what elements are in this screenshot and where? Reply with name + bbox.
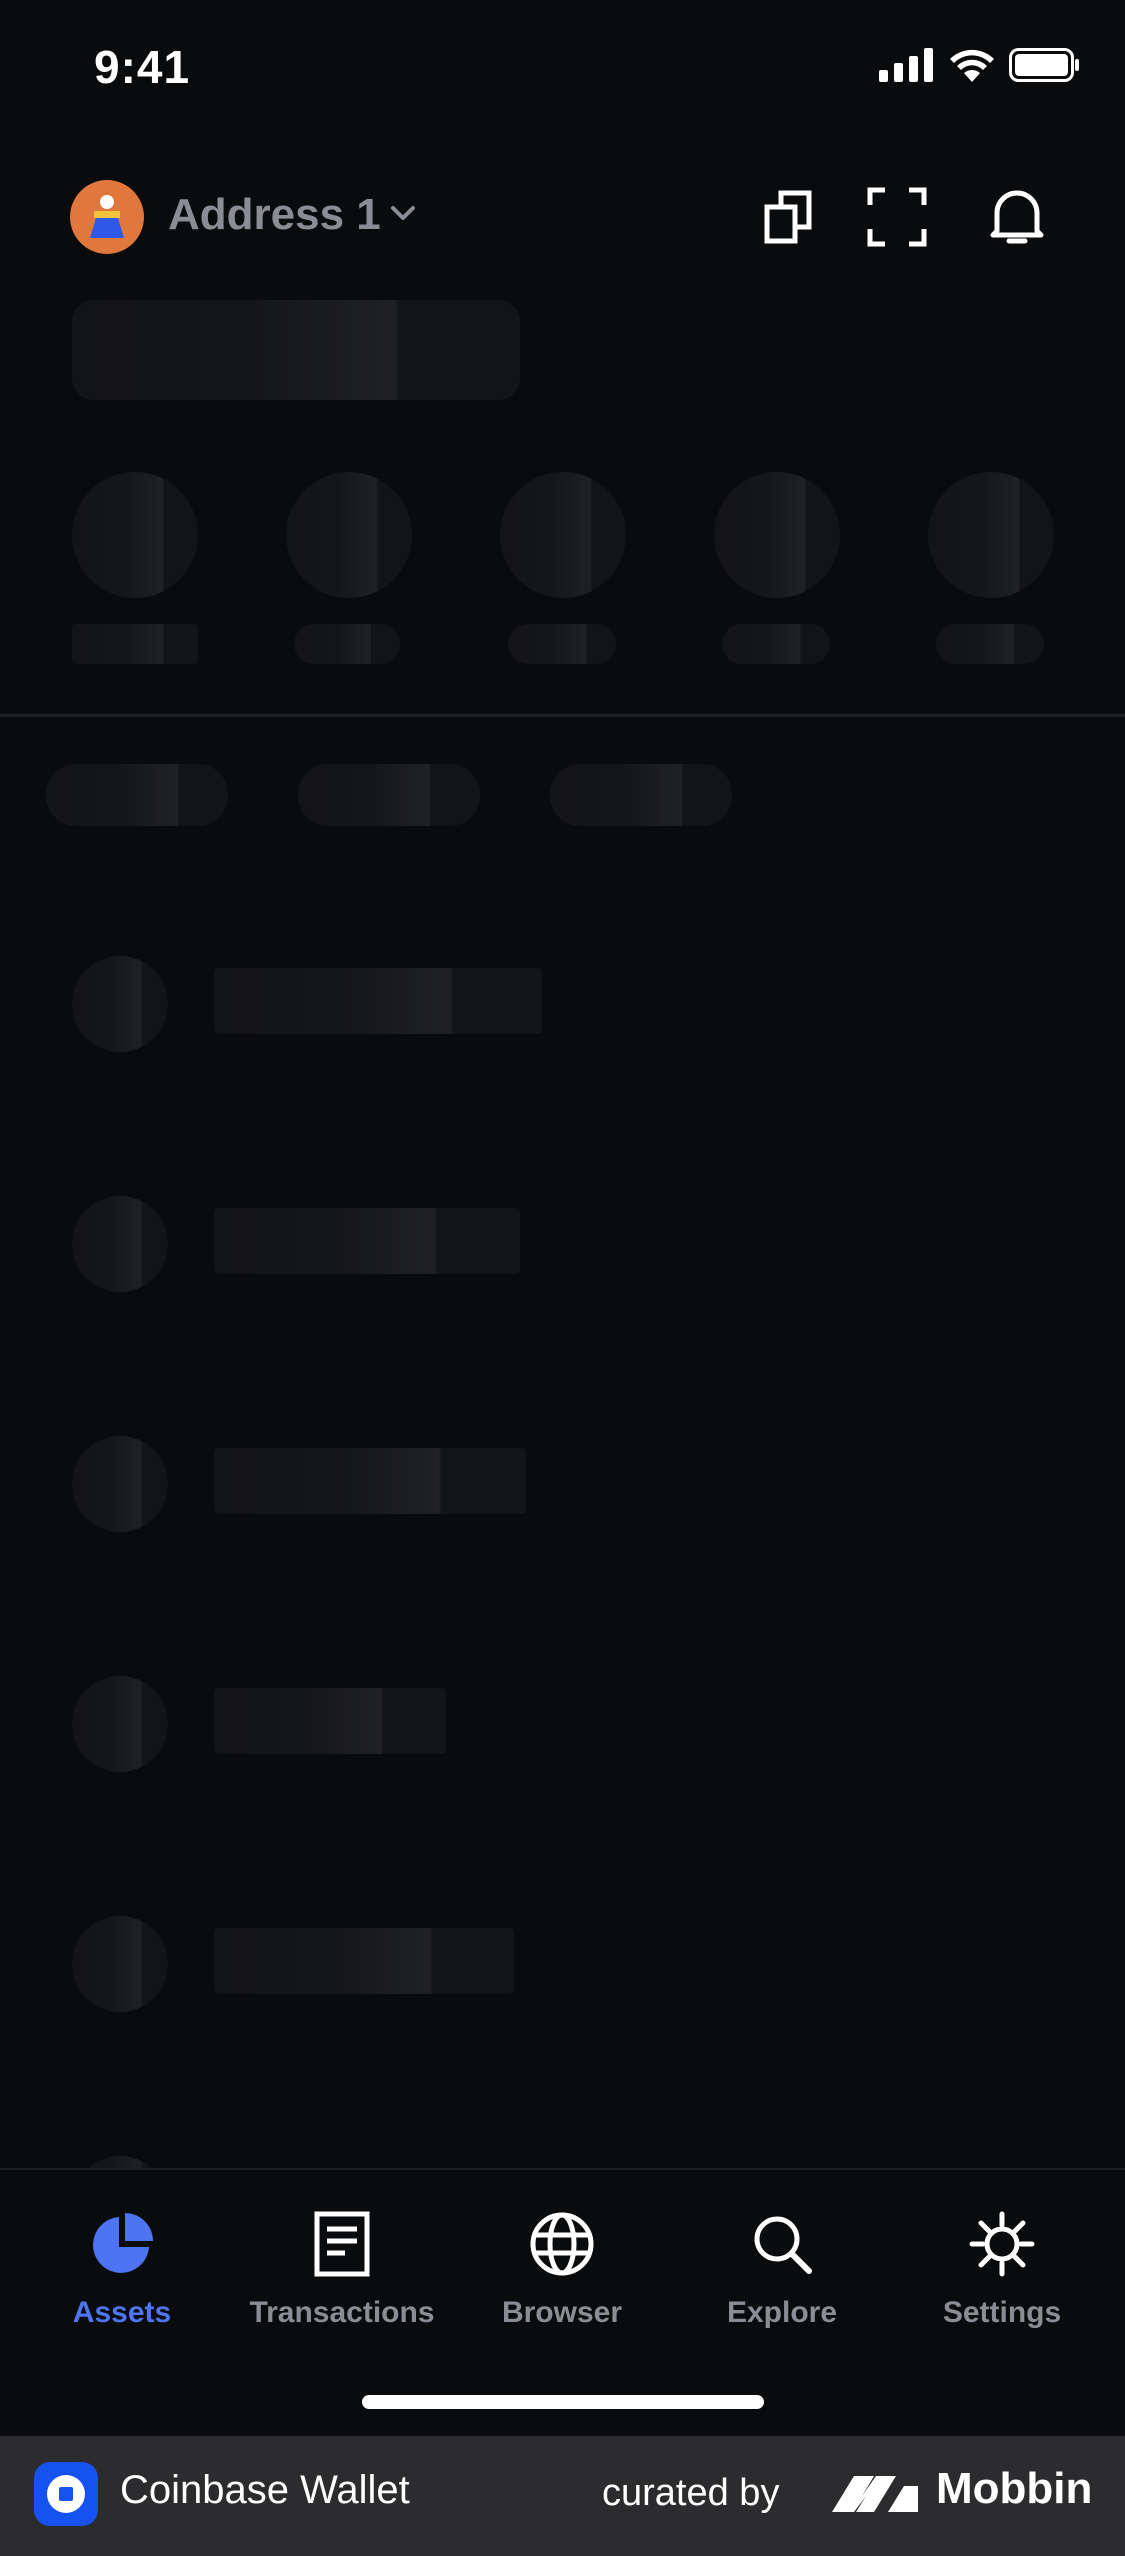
asset-icon-placeholder	[72, 1196, 168, 1292]
action-label-placeholder	[936, 624, 1044, 664]
action-placeholder	[928, 472, 1054, 598]
tab-transactions[interactable]: Transactions	[242, 2208, 442, 2368]
asset-name-placeholder	[214, 1688, 446, 1754]
action-label-placeholder	[72, 624, 198, 664]
search-icon	[746, 2208, 818, 2280]
action-placeholder	[72, 472, 198, 598]
scan-icon[interactable]	[862, 182, 932, 252]
address-selector[interactable]: Address 1	[168, 190, 381, 240]
status-bar: 9:41	[0, 0, 1125, 140]
action-placeholder	[714, 472, 840, 598]
asset-name-placeholder	[214, 1928, 514, 1994]
balance-placeholder	[72, 300, 520, 400]
footer-curated-by: curated by	[602, 2472, 780, 2514]
section-divider	[0, 714, 1125, 717]
bell-icon[interactable]	[982, 182, 1052, 252]
tab-explore[interactable]: Explore	[682, 2208, 882, 2368]
action-label-placeholder	[294, 624, 400, 664]
wallet-header: Address 1	[0, 160, 1125, 270]
tab-assets[interactable]: Assets	[22, 2208, 222, 2368]
tab-chip-placeholder	[550, 764, 732, 826]
mobbin-logo-icon	[832, 2476, 918, 2512]
document-icon	[306, 2208, 378, 2280]
battery-icon	[1009, 48, 1079, 82]
pie-chart-icon	[86, 2208, 158, 2280]
status-icons	[879, 48, 1081, 82]
footer-brand: Mobbin	[936, 2464, 1093, 2513]
asset-icon-placeholder	[72, 1676, 168, 1772]
coinbase-logo-icon	[34, 2462, 98, 2526]
action-placeholder	[286, 472, 412, 598]
wifi-icon	[950, 49, 994, 82]
tab-settings[interactable]: Settings	[902, 2208, 1102, 2368]
tab-chip-placeholder	[46, 764, 228, 826]
copy-icon[interactable]	[754, 182, 824, 252]
footer-app-name: Coinbase Wallet	[120, 2468, 410, 2512]
signal-icon	[879, 48, 933, 82]
avatar-figure-icon	[90, 195, 124, 238]
asset-name-placeholder	[214, 1448, 526, 1514]
status-time: 9:41	[94, 41, 191, 93]
action-placeholder	[500, 472, 626, 598]
asset-name-placeholder	[214, 968, 542, 1034]
asset-icon-placeholder	[72, 956, 168, 1052]
action-label-placeholder	[508, 624, 616, 664]
attribution-footer: Coinbase Wallet curated by Mobbin	[0, 2436, 1125, 2556]
chevron-down-icon[interactable]	[386, 196, 420, 230]
asset-icon-placeholder	[72, 1436, 168, 1532]
avatar[interactable]	[70, 180, 144, 254]
gear-icon	[966, 2208, 1038, 2280]
action-label-placeholder	[722, 624, 830, 664]
asset-icon-placeholder	[72, 1916, 168, 2012]
tab-browser[interactable]: Browser	[462, 2208, 662, 2368]
home-indicator[interactable]	[362, 2395, 764, 2409]
tab-chip-placeholder	[298, 764, 480, 826]
asset-name-placeholder	[214, 1208, 520, 1274]
globe-icon	[526, 2208, 598, 2280]
